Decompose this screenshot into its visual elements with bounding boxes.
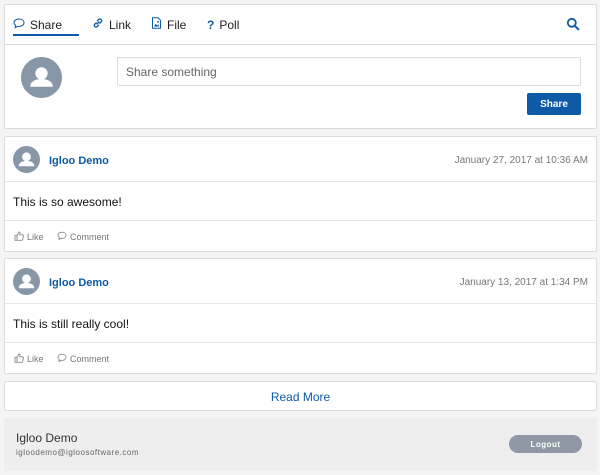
like-label: Like	[27, 354, 44, 364]
like-button[interactable]: Like	[14, 353, 44, 364]
avatar	[21, 57, 62, 98]
share-button[interactable]: Share	[527, 93, 581, 115]
post-date: January 27, 2017 at 10:36 AM	[454, 155, 588, 166]
like-button[interactable]: Like	[14, 231, 44, 242]
share-composer: Share Link File ? Poll Share	[4, 4, 597, 129]
comment-label: Comment	[70, 232, 110, 242]
comment-icon	[57, 353, 67, 363]
active-tab-indicator	[13, 34, 79, 36]
tab-poll[interactable]: ? Poll	[207, 5, 239, 37]
comment-label: Comment	[70, 354, 110, 364]
question-icon: ?	[207, 17, 215, 32]
comment-icon	[13, 6, 25, 44]
avatar[interactable]	[13, 268, 40, 295]
thumbs-up-icon	[14, 231, 24, 241]
thumbs-up-icon	[14, 353, 24, 363]
post-card: Igloo Demo January 27, 2017 at 10:36 AM …	[4, 136, 597, 252]
share-input[interactable]	[117, 57, 581, 86]
tab-share[interactable]: Share	[13, 5, 79, 37]
comment-icon	[57, 231, 67, 241]
tab-link[interactable]: Link	[92, 5, 131, 37]
tab-file-label: File	[167, 17, 187, 32]
post-actions: Like Comment	[5, 220, 596, 252]
comment-button[interactable]: Comment	[57, 353, 109, 364]
logout-button[interactable]: Logout	[509, 435, 582, 453]
like-label: Like	[27, 232, 44, 242]
search-icon[interactable]	[566, 17, 580, 31]
comment-button[interactable]: Comment	[57, 231, 109, 242]
post-card: Igloo Demo January 13, 2017 at 1:34 PM T…	[4, 258, 597, 374]
tab-link-label: Link	[109, 17, 132, 32]
post-author[interactable]: Igloo Demo	[49, 277, 109, 289]
post-header: Igloo Demo January 13, 2017 at 1:34 PM	[5, 259, 596, 304]
user-name: Igloo Demo	[16, 431, 78, 445]
post-header: Igloo Demo January 27, 2017 at 10:36 AM	[5, 137, 596, 182]
read-more-link[interactable]: Read More	[4, 381, 597, 411]
user-email: igloodemo@igloosoftware.com	[16, 448, 140, 457]
avatar[interactable]	[13, 146, 40, 173]
file-image-icon	[151, 6, 162, 44]
composer-tabs: Share Link File ? Poll	[5, 5, 596, 45]
post-date: January 13, 2017 at 1:34 PM	[459, 277, 588, 288]
tab-file[interactable]: File	[151, 5, 186, 37]
post-text: This is so awesome!	[13, 195, 122, 209]
post-author[interactable]: Igloo Demo	[49, 155, 109, 167]
link-icon	[92, 6, 104, 44]
user-footer: Igloo Demo igloodemo@igloosoftware.com L…	[4, 418, 597, 471]
tab-share-label: Share	[30, 17, 63, 32]
post-actions: Like Comment	[5, 342, 596, 374]
post-text: This is still really cool!	[13, 317, 130, 331]
tab-poll-label: Poll	[219, 17, 240, 32]
